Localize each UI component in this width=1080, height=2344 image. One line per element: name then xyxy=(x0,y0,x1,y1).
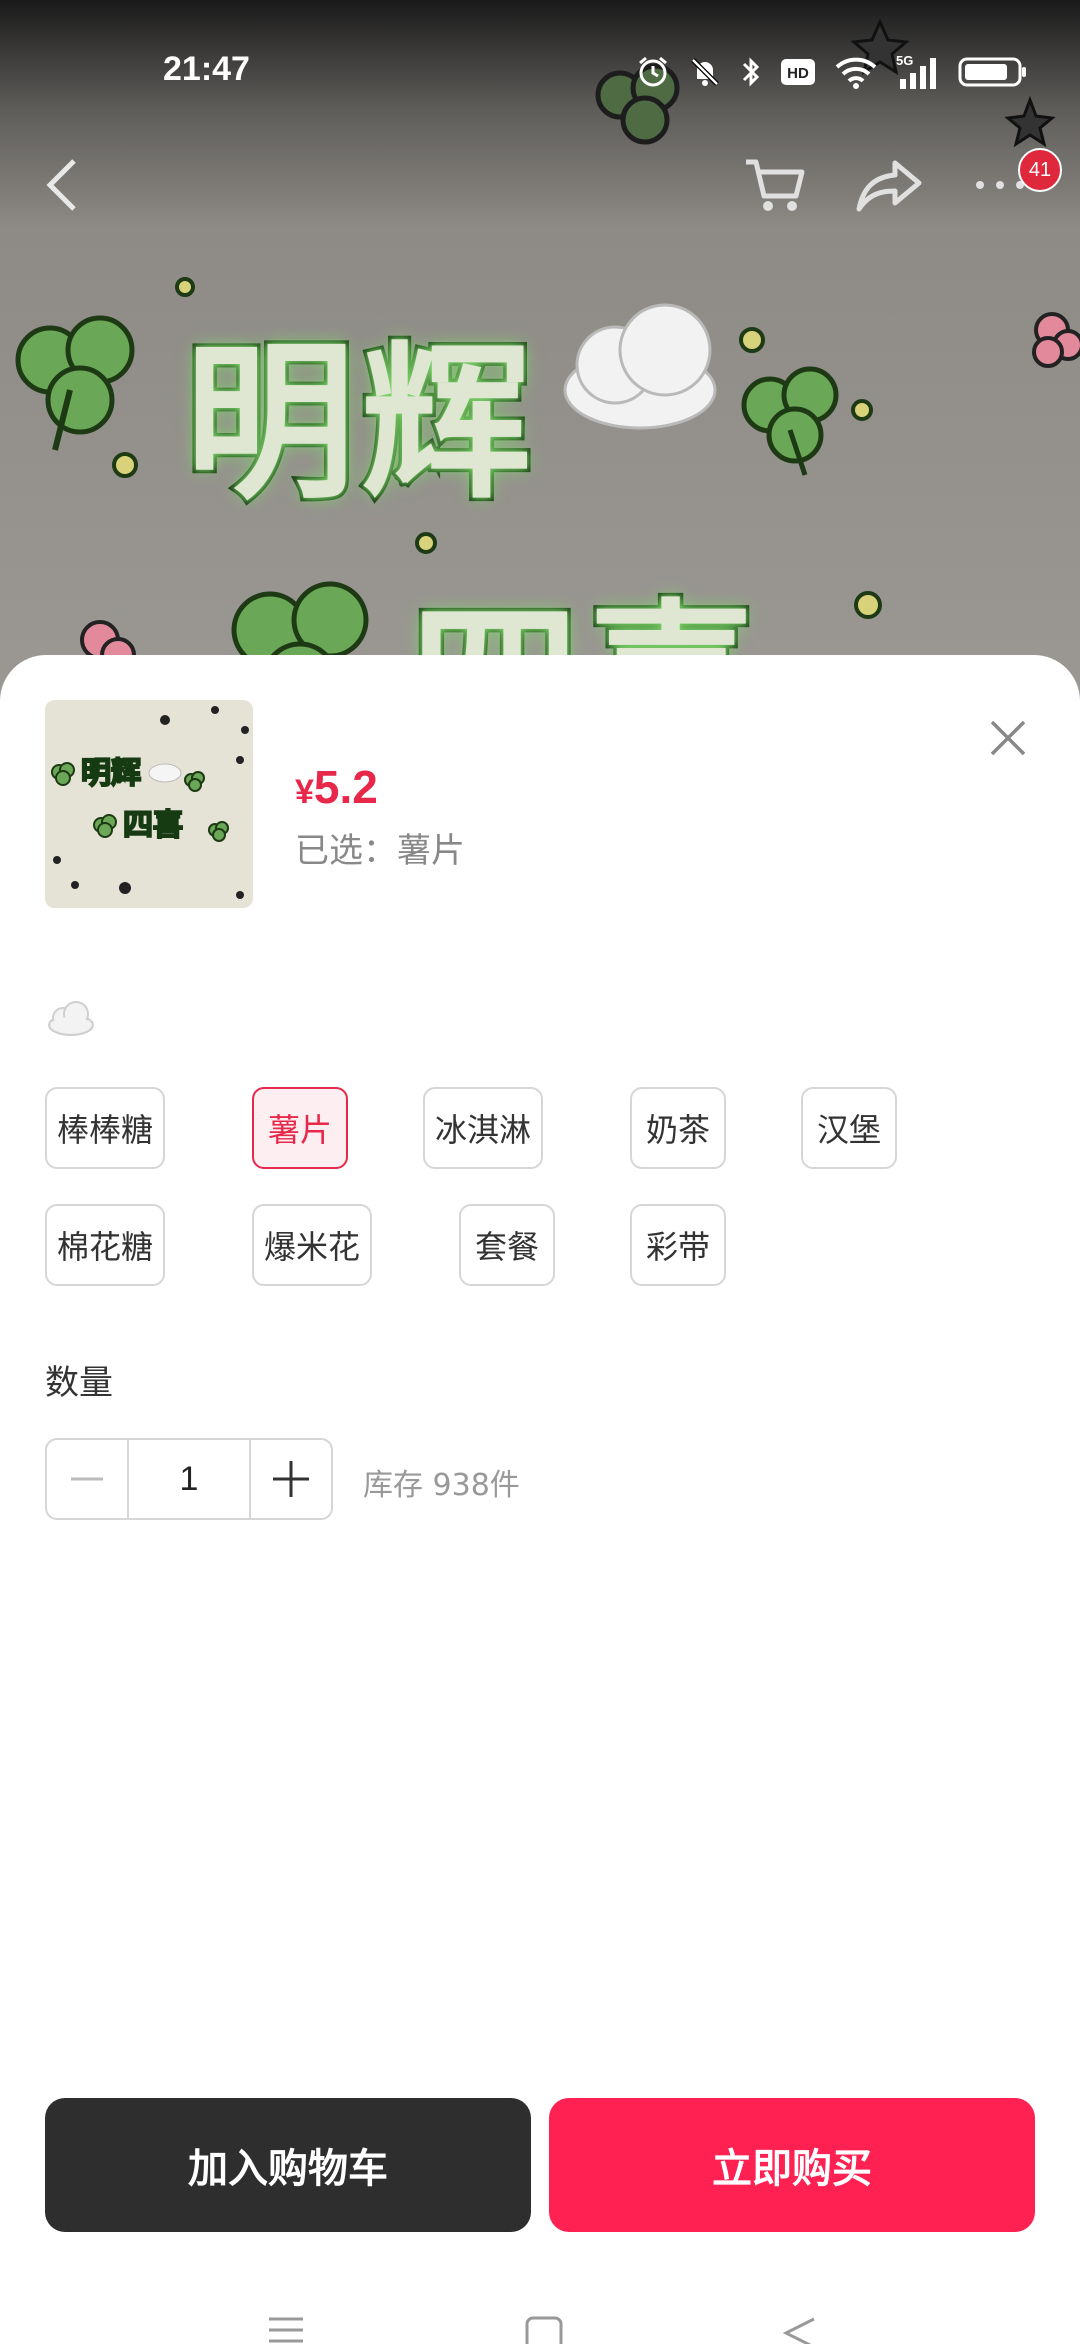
stock-text: 库存 938件 xyxy=(363,1468,520,1503)
close-button[interactable] xyxy=(970,700,1045,775)
cart-count-badge: 41 xyxy=(1018,148,1062,192)
price-value: 5.2 xyxy=(313,761,378,813)
status-bar: 21:47 HD 5G xyxy=(0,0,1080,140)
mute-bell-icon xyxy=(691,58,719,86)
cloud-decoration xyxy=(563,303,717,430)
clover-decoration xyxy=(15,315,135,451)
status-time: 21:47 xyxy=(163,50,250,88)
clover-decoration xyxy=(741,366,839,476)
cart-icon xyxy=(746,159,805,211)
network-text: 5G xyxy=(896,53,913,68)
thumbnail-art: 明辉 四喜 xyxy=(45,700,253,908)
hd-text: HD xyxy=(787,65,809,82)
quantity-input[interactable]: 1 xyxy=(127,1440,251,1518)
hd-icon: HD xyxy=(781,59,815,85)
spec-group-label xyxy=(45,1000,97,1040)
system-nav-bar xyxy=(0,2295,1080,2344)
top-nav xyxy=(0,140,1080,230)
battery-icon xyxy=(958,57,1026,87)
selected-spec-text: 已选：薯片 xyxy=(295,831,465,871)
back-button[interactable] xyxy=(16,140,106,230)
minus-icon xyxy=(71,1477,103,1481)
quantity-stepper: 1 xyxy=(45,1438,333,1520)
cart-button[interactable] xyxy=(730,140,820,230)
quantity-label: 数量 xyxy=(45,1363,113,1403)
product-price: ¥5.2 xyxy=(295,760,378,814)
spec-option[interactable]: 彩带 xyxy=(630,1204,726,1286)
currency-symbol: ¥ xyxy=(295,773,314,811)
spec-option[interactable]: 奶茶 xyxy=(630,1087,726,1169)
thumbnail-line2: 四喜 xyxy=(123,808,183,843)
plus-icon xyxy=(273,1461,309,1497)
spec-option[interactable]: 冰淇淋 xyxy=(423,1087,543,1169)
close-icon xyxy=(990,720,1025,755)
alarm-icon xyxy=(639,56,667,87)
spec-option[interactable]: 棉花糖 xyxy=(45,1204,165,1286)
bluetooth-icon xyxy=(742,57,760,87)
signal-5g-icon: 5G xyxy=(896,53,936,89)
spec-option-selected[interactable]: 薯片 xyxy=(252,1087,348,1169)
thumbnail-line1: 明辉 xyxy=(81,756,141,791)
wifi-icon xyxy=(835,57,877,89)
spec-option[interactable]: 爆米花 xyxy=(252,1204,372,1286)
add-to-cart-button[interactable]: 加入购物车 xyxy=(45,2098,531,2232)
spec-option[interactable]: 棒棒糖 xyxy=(45,1087,165,1169)
banner-title-line1: 明辉 xyxy=(181,322,538,527)
menu-key-icon[interactable] xyxy=(265,2315,307,2344)
decrease-button[interactable] xyxy=(47,1440,127,1518)
sku-selector-sheet: 明辉 四喜 ¥5.2 已选：薯片 棒棒糖 薯片 冰淇淋 奶茶 汉堡 棉花糖 爆米… xyxy=(0,655,1080,2344)
status-icons: HD 5G xyxy=(636,52,1028,92)
increase-button[interactable] xyxy=(251,1440,331,1518)
chevron-left-icon xyxy=(46,159,76,211)
home-key-icon[interactable] xyxy=(524,2315,564,2344)
buy-now-button[interactable]: 立即购买 xyxy=(549,2098,1035,2232)
back-key-icon[interactable] xyxy=(780,2315,820,2344)
share-icon xyxy=(856,160,922,212)
share-button[interactable] xyxy=(845,140,935,230)
spec-option[interactable]: 套餐 xyxy=(459,1204,555,1286)
cloud-icon xyxy=(48,1001,94,1036)
product-thumbnail[interactable]: 明辉 四喜 xyxy=(45,700,253,908)
spec-option[interactable]: 汉堡 xyxy=(801,1087,897,1169)
